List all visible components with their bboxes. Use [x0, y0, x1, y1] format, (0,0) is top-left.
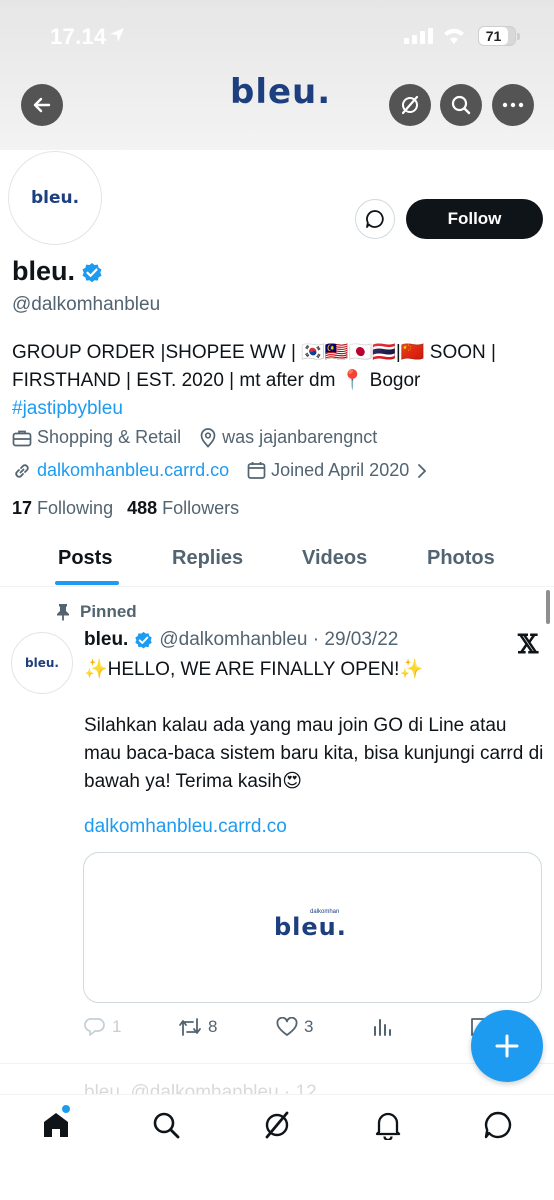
location-pin-icon	[200, 427, 216, 448]
verified-badge-icon	[82, 262, 102, 282]
pinned-label: Pinned	[56, 602, 137, 622]
banner-logo: bleu.	[230, 72, 332, 112]
message-button[interactable]	[355, 199, 395, 239]
post-avatar[interactable]: bleu.	[11, 632, 73, 694]
reply-count: 1	[112, 1017, 122, 1036]
nav-home[interactable]	[40, 1109, 72, 1141]
home-icon	[44, 1113, 68, 1137]
calendar-icon	[247, 462, 266, 479]
bottom-navigation	[0, 1094, 554, 1200]
follow-counts: 17 Following 488 Followers	[12, 498, 239, 519]
verified-badge-icon	[135, 631, 153, 648]
post-divider	[0, 1063, 554, 1064]
location-arrow-icon	[110, 28, 124, 42]
post-text: ✨HELLO, WE ARE FINALLY OPEN!✨ Silahkan k…	[84, 656, 544, 796]
arrow-left-icon	[33, 97, 51, 113]
following-link[interactable]: 17 Following	[12, 498, 113, 518]
profile-name-row: bleu.	[12, 256, 103, 287]
back-button[interactable]	[21, 84, 63, 126]
wifi-icon	[444, 28, 464, 44]
chevron-right-icon	[418, 463, 427, 478]
location-item: was jajanbarengnct	[199, 427, 377, 448]
repost-count: 8	[208, 1017, 218, 1036]
like-button[interactable]: 3	[276, 1014, 313, 1040]
post-avatar-logo: bleu.	[25, 656, 59, 670]
scrollbar[interactable]	[546, 590, 550, 624]
search-icon	[153, 1112, 180, 1139]
tab-posts[interactable]: Posts	[58, 547, 112, 570]
bio-hashtag-link[interactable]: #jastipbybleu	[12, 395, 547, 423]
tab-videos[interactable]: Videos	[302, 547, 367, 570]
followers-link[interactable]: 488 Followers	[127, 498, 239, 518]
link-icon	[15, 463, 29, 478]
nav-notifications[interactable]	[372, 1109, 404, 1141]
status-time: 17.14	[50, 24, 107, 49]
compose-post-button[interactable]	[471, 1010, 543, 1082]
profile-handle: @dalkomhanbleu	[12, 294, 161, 315]
follow-button[interactable]: Follow	[406, 199, 543, 239]
search-button[interactable]	[440, 84, 482, 126]
post-paragraph: Silahkan kalau ada yang mau join GO di L…	[84, 715, 544, 792]
tab-photos[interactable]: Photos	[427, 547, 495, 570]
status-bar: 17.14 71	[0, 0, 554, 70]
views-chart-icon	[374, 1019, 391, 1036]
profile-meta-row: Shopping & Retail was jajanbarengnct	[12, 427, 395, 448]
battery-level: 71	[479, 27, 508, 45]
link-preview-card[interactable]: dalkomhan bleu.	[83, 852, 542, 1003]
post-line: ✨HELLO, WE ARE FINALLY OPEN!✨	[84, 659, 424, 680]
nav-grok[interactable]	[261, 1109, 293, 1141]
profile-website[interactable]: dalkomhanbleu.carrd.co	[37, 460, 229, 481]
signal-icon	[404, 28, 433, 44]
website-item[interactable]: dalkomhanbleu.carrd.co	[12, 460, 229, 481]
bio-line: FIRSTHAND | EST. 2020 | mt after dm 📍 Bo…	[12, 370, 421, 391]
profile-joined: Joined April 2020	[271, 460, 410, 480]
more-button[interactable]	[492, 84, 534, 126]
card-logo: bleu.	[274, 913, 347, 941]
profile-category: Shopping & Retail	[37, 427, 182, 447]
nav-messages[interactable]	[482, 1109, 514, 1141]
heart-icon	[276, 1017, 298, 1036]
repost-icon	[179, 1018, 201, 1036]
pin-icon	[57, 604, 69, 621]
followers-count: 488	[127, 498, 158, 518]
grok-button[interactable]	[389, 84, 431, 126]
following-count: 17	[12, 498, 33, 518]
tab-replies[interactable]: Replies	[172, 547, 243, 570]
profile-meta-row: dalkomhanbleu.carrd.co Joined April 2020	[12, 460, 450, 481]
message-icon	[484, 1111, 512, 1139]
message-icon	[366, 210, 384, 228]
home-notification-dot	[62, 1105, 70, 1113]
following-label: Following	[37, 498, 114, 518]
post-handle-date: @dalkomhanbleu · 29/03/22	[159, 629, 399, 650]
grok-icon	[401, 95, 419, 115]
pinned-text: Pinned	[80, 602, 137, 621]
plus-icon	[495, 1034, 519, 1058]
profile-bio: GROUP ORDER |SHOPEE WW | 🇰🇷🇲🇾🇯🇵🇹🇭|🇨🇳 SOO…	[12, 339, 547, 423]
search-icon	[451, 95, 471, 115]
bio-line: GROUP ORDER |SHOPEE WW | 🇰🇷🇲🇾🇯🇵🇹🇭|🇨🇳 SOO…	[12, 342, 496, 363]
followers-label: Followers	[162, 498, 240, 518]
post-header: bleu. @dalkomhanbleu · 29/03/22	[84, 629, 398, 651]
reply-button[interactable]: 1	[84, 1014, 121, 1040]
grok-icon	[265, 1111, 289, 1139]
category-item: Shopping & Retail	[12, 427, 181, 448]
battery-indicator: 71	[478, 26, 520, 46]
profile-avatar[interactable]: bleu.	[9, 152, 101, 244]
nav-search[interactable]	[150, 1109, 182, 1141]
profile-tabs: Posts Replies Videos Photos	[0, 530, 554, 587]
avatar-logo: bleu.	[30, 188, 80, 208]
bell-icon	[375, 1112, 401, 1140]
reply-icon	[84, 1018, 105, 1036]
profile-location: was jajanbarengnct	[222, 427, 378, 447]
views-button[interactable]	[372, 1014, 398, 1040]
display-name: bleu.	[12, 256, 76, 286]
like-count: 3	[304, 1017, 314, 1036]
more-icon	[502, 102, 524, 108]
post-link[interactable]: dalkomhanbleu.carrd.co	[84, 816, 287, 838]
repost-button[interactable]: 8	[178, 1014, 217, 1040]
joined-item[interactable]: Joined April 2020	[247, 460, 432, 481]
active-tab-indicator	[55, 581, 119, 585]
post-author-name[interactable]: bleu.	[84, 629, 128, 651]
briefcase-icon	[12, 430, 32, 446]
